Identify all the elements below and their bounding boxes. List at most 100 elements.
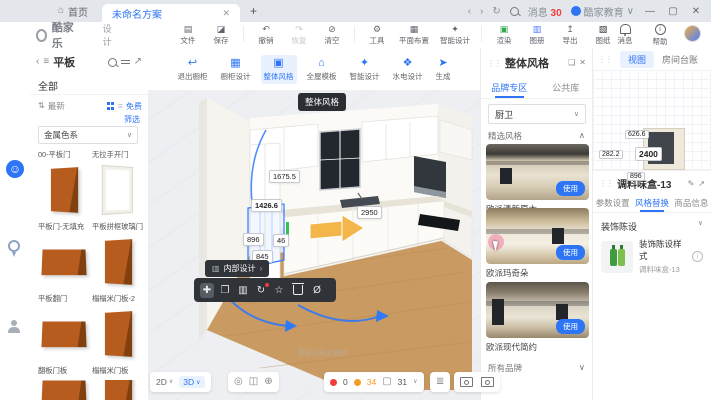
export-button[interactable]: ↥导出 [559, 24, 581, 46]
clear-button[interactable]: ⊘清空 [321, 24, 343, 46]
save-button[interactable]: ◪保存 [210, 24, 232, 46]
drag-handle-icon[interactable]: ⋮⋮ [598, 55, 612, 64]
catalog-item[interactable]: 翻板门板 [38, 366, 90, 400]
cabinet-design-button[interactable]: ▦橱柜设计 [218, 55, 254, 84]
catalog-item[interactable]: 平板拼框玻璃门 [92, 222, 144, 288]
tools-button[interactable]: ⚙工具 [366, 24, 388, 46]
user-avatar[interactable] [684, 25, 701, 42]
new-tab-button[interactable]: + [250, 4, 257, 18]
notifications-button[interactable]: 消息 [614, 23, 636, 46]
dimension-label[interactable]: 2950 [357, 206, 382, 219]
house-template-button[interactable]: ⌂全屋模板 [304, 55, 340, 84]
mini-floorplan[interactable]: 626.6 282.2 2400 896 [593, 70, 711, 171]
visibility-icon[interactable]: ◎ [234, 377, 243, 387]
delete-tool-icon[interactable] [293, 285, 303, 295]
medal-icon[interactable] [8, 240, 20, 252]
plumbing-design-button[interactable]: ❖水电设计 [390, 55, 426, 84]
apply-style-button[interactable]: 使用 [556, 181, 585, 196]
back-icon[interactable]: ‹ [36, 57, 39, 67]
category-all[interactable]: 全部 [38, 78, 58, 93]
search-icon[interactable] [510, 7, 519, 16]
structure-tool-icon[interactable]: ▥ [236, 285, 250, 296]
decoration-item-row[interactable]: 装饰陈设样式 调料味盒-13 i [601, 238, 703, 275]
catalog-item[interactable]: 平板门-无填充 [38, 222, 90, 288]
drawings-button[interactable]: ▧图纸 [592, 24, 614, 46]
move-tool-icon[interactable]: ✚ [200, 283, 214, 298]
screenshot-icon[interactable] [460, 377, 473, 387]
catalog-search-icon[interactable] [108, 58, 117, 67]
tab-style-replace[interactable]: 风格替换 [632, 194, 671, 212]
favorite-tool-icon[interactable]: ☆ [272, 285, 286, 296]
catalog-item[interactable]: 榻榻米门板 [92, 366, 144, 400]
internal-design-button[interactable]: ▥ 内部设计 › [205, 260, 269, 277]
tab-room-ledger[interactable]: 房间台账 [662, 53, 698, 66]
tab-brand-zone[interactable]: 品牌专区 [481, 78, 538, 98]
document-tab[interactable]: 未命名方案 ✕ [102, 4, 240, 22]
sort-label[interactable]: 最新 [48, 100, 65, 112]
refresh-icon[interactable]: ↻ [492, 6, 500, 17]
solid-view-icon[interactable]: ◫ [249, 377, 258, 387]
layers-icon[interactable]: ≣ [436, 377, 444, 387]
camera-settings-icon[interactable] [481, 377, 494, 387]
dimension-label[interactable]: 46 [273, 234, 289, 247]
window-minimize-button[interactable]: — [643, 6, 657, 17]
close-panel-icon[interactable]: ✕ [579, 59, 586, 67]
dimension-label[interactable]: 1675.5 [269, 170, 300, 183]
tab-product-info[interactable]: 商品信息 [672, 194, 711, 212]
expand-panel-icon[interactable]: ↗ [134, 57, 142, 67]
edit-icon[interactable]: ✎ [688, 180, 695, 188]
profile-icon[interactable] [8, 320, 20, 334]
list-view-icon[interactable]: ≡ [118, 102, 123, 111]
catalog-item[interactable]: 无拉手开门 [92, 150, 144, 216]
smart-design-button[interactable]: ✦智能设计 [440, 24, 470, 46]
filter-link[interactable]: 筛选 [124, 114, 140, 125]
filter-sliders-icon[interactable] [121, 58, 130, 66]
window-maximize-button[interactable]: ▢ [666, 6, 680, 17]
copy-tool-icon[interactable]: ❐ [218, 285, 232, 296]
tab-view[interactable]: 视图 [620, 51, 654, 68]
plan-dimension-label[interactable]: 2400 [635, 147, 662, 161]
free-filter-toggle[interactable]: 免费 [126, 101, 142, 112]
decoration-section[interactable]: 装饰陈设 ∨ [601, 220, 703, 233]
issues-bar[interactable]: 0 34 ▢ 31 ∨ [324, 372, 424, 392]
undo-button[interactable]: ↶撤销 [255, 24, 277, 46]
environment-icon[interactable]: ⊕ [264, 377, 272, 387]
render-button[interactable]: ▣渲染 [493, 24, 515, 46]
redo-button[interactable]: ↷恢复 [288, 24, 310, 46]
room-type-select[interactable]: 厨卫 ∨ [488, 104, 586, 124]
exit-cabinet-button[interactable]: ↩退出橱柜 [175, 55, 211, 84]
hide-tool-icon[interactable]: Ø [310, 285, 324, 296]
replace-tool-icon[interactable]: ↻ [254, 285, 268, 296]
album-button[interactable]: ▥图册 [526, 24, 548, 46]
file-button[interactable]: ▤文件 [177, 24, 199, 46]
style-card[interactable]: 使用 欧派清新原木 [486, 144, 589, 215]
expand-icon[interactable]: ↗ [698, 180, 705, 188]
grid-view-icon[interactable] [107, 102, 115, 110]
close-tab-icon[interactable]: ✕ [223, 8, 231, 19]
help-button[interactable]: i帮助 [649, 23, 671, 47]
drag-handle-icon[interactable]: ⋮⋮ [487, 59, 501, 68]
nav-back-icon[interactable]: ‹ [468, 6, 471, 17]
info-icon[interactable]: i [692, 251, 703, 262]
apply-style-button[interactable]: 使用 [556, 245, 585, 260]
ai-design-button[interactable]: ✦智能设计 [347, 55, 383, 84]
app-logo[interactable]: 酷家乐 [36, 19, 77, 51]
all-brands-section[interactable]: 所有品牌 ∨ [488, 362, 585, 374]
tab-parameters[interactable]: 参数设置 [593, 194, 632, 212]
dimension-label[interactable]: 1426.6 [251, 199, 282, 212]
list-menu-icon[interactable]: ≡ [43, 57, 49, 67]
generate-button[interactable]: ➤生成 [433, 55, 454, 84]
design-menu[interactable]: 设计 [103, 22, 117, 48]
overall-style-button[interactable]: ▣整体风格 [261, 55, 297, 84]
apply-style-button[interactable]: 使用 [556, 319, 585, 334]
mode-2d-button[interactable]: 2D ∨ [156, 377, 173, 387]
catalog-item[interactable]: 榻榻米门板-2 [92, 294, 144, 360]
window-close-button[interactable]: ✕ [689, 6, 703, 17]
canvas-3d-viewport[interactable]: ↩退出橱柜 ▦橱柜设计 ▣整体风格 ⌂全屋模板 ✦智能设计 ❖水电设计 ➤生成 … [148, 48, 480, 400]
customer-service-icon[interactable]: ☺ [6, 160, 24, 178]
style-card[interactable]: 使用 欧派现代简约 [486, 282, 589, 353]
floorplan-button[interactable]: ▦平面布置 [399, 24, 429, 46]
sort-icon[interactable]: ⇅ [38, 102, 45, 110]
dimension-label[interactable]: 896 [243, 233, 264, 246]
catalog-item[interactable]: 00-平板门 [38, 150, 90, 216]
